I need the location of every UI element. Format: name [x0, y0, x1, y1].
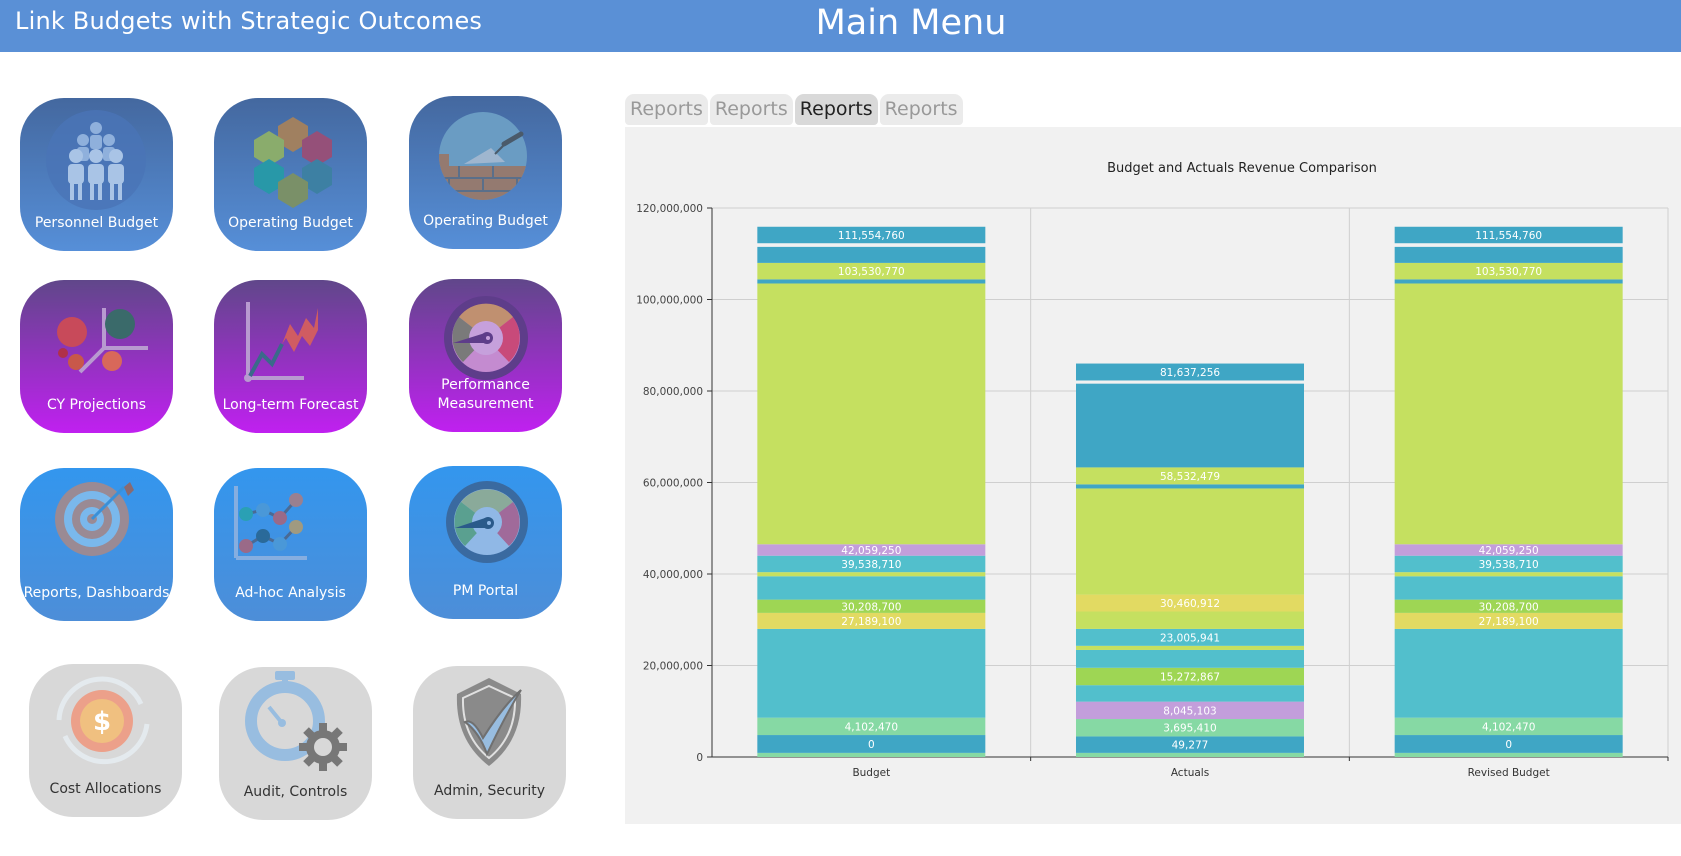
- tile-audit-controls[interactable]: Audit, Controls: [219, 667, 372, 820]
- y-tick-label: 20,000,000: [643, 661, 703, 673]
- data-label: 0: [868, 739, 875, 751]
- bar-segment: [1394, 246, 1623, 263]
- header-bar: Link Budgets with Strategic Outcomes Mai…: [0, 0, 1681, 52]
- tile-pm-portal[interactable]: PM Portal: [409, 466, 562, 619]
- chart-bars: 0 4,102,470 27,189,100 30,208,700 39,538,710…: [757, 226, 1623, 757]
- bar-segment: [1076, 649, 1304, 668]
- data-label: 58,532,479: [1160, 471, 1220, 483]
- bar-segment: [1076, 383, 1304, 468]
- bar-segment: [757, 283, 986, 545]
- data-label: 3,695,410: [1163, 723, 1216, 735]
- tile-admin-security[interactable]: Admin, Security: [413, 666, 566, 819]
- tile-label: CY Projections: [46, 397, 147, 413]
- tile-operating-budget[interactable]: Operating Budget: [214, 98, 367, 251]
- bar-segment: [1394, 576, 1623, 600]
- y-tick-label: 60,000,000: [643, 478, 703, 490]
- data-label: 30,208,700: [841, 601, 901, 613]
- bar-segment: [1076, 645, 1304, 650]
- tile-reports-dashboards[interactable]: Reports, Dashboards: [20, 468, 173, 621]
- x-tick-label: Actuals: [1171, 767, 1209, 779]
- bar-segment: [1394, 752, 1623, 757]
- y-tick-label: 120,000,000: [636, 203, 703, 215]
- tile-label: Cost Allocations: [49, 781, 162, 797]
- tab-reports-3[interactable]: Reports: [794, 94, 878, 125]
- page-title: Main Menu: [815, 3, 1007, 43]
- tab-reports-2[interactable]: Reports: [709, 94, 793, 125]
- y-tick-label: 80,000,000: [643, 386, 703, 398]
- data-label: 103,530,770: [838, 266, 905, 278]
- data-label: 49,277: [1172, 740, 1209, 752]
- data-label: 111,554,760: [1475, 230, 1542, 242]
- tile-label: Ad-hoc Analysis: [235, 585, 346, 601]
- data-label: 103,530,770: [1475, 266, 1542, 278]
- data-label: 81,637,256: [1160, 367, 1220, 379]
- tile-long-term-forecast[interactable]: Long-term Forecast: [214, 280, 367, 433]
- bar-segment: [1076, 488, 1304, 595]
- data-label: 23,005,941: [1160, 632, 1220, 644]
- tile-cy-projections[interactable]: CY Projections: [20, 280, 173, 433]
- y-tick-label: 0: [696, 752, 703, 764]
- data-label: 27,189,100: [1479, 616, 1539, 628]
- tile-label: Operating Budget: [228, 215, 353, 231]
- tile-label: Performance Measurement: [437, 377, 534, 412]
- data-label: 30,208,700: [1479, 601, 1539, 613]
- bar-segment: [1076, 611, 1304, 629]
- y-tick-label: 40,000,000: [643, 569, 703, 581]
- tab-reports-1[interactable]: Reports: [625, 94, 708, 125]
- tile-label: Admin, Security: [433, 783, 545, 799]
- data-label: 27,189,100: [841, 616, 901, 628]
- tile-cost-allocations[interactable]: $ Cost Allocations: [29, 664, 182, 817]
- y-tick-label: 100,000,000: [636, 295, 703, 307]
- tile-personnel-budget[interactable]: Personnel Budget: [20, 98, 173, 251]
- data-label: 30,460,912: [1160, 598, 1220, 610]
- data-label: 39,538,710: [841, 559, 901, 571]
- x-tick-label: Budget: [852, 767, 890, 779]
- data-label: 4,102,470: [845, 721, 898, 733]
- tab-reports-4[interactable]: Reports: [879, 94, 963, 125]
- data-label: 111,554,760: [838, 230, 905, 242]
- bar-segment: [757, 752, 986, 757]
- tile-label: Operating Budget: [423, 213, 548, 229]
- stacked-bar: 49,277 3,695,410 8,045,103 15,272,867 23,005…: [1076, 363, 1304, 757]
- tile-label: Personnel Budget: [34, 215, 159, 231]
- bar-segment: [1394, 628, 1623, 718]
- budget-actuals-chart: Budget and Actuals Revenue Comparison 0 4…: [636, 161, 1669, 779]
- data-label: 39,538,710: [1479, 559, 1539, 571]
- data-label: 42,059,250: [1479, 545, 1539, 557]
- chart-title: Budget and Actuals Revenue Comparison: [1107, 161, 1377, 176]
- bar-segment: [757, 628, 986, 718]
- bar-segment: [757, 246, 986, 263]
- bar-segment: [757, 279, 986, 284]
- bar-segment: [1076, 685, 1304, 702]
- tile-label: Long-term Forecast: [222, 397, 359, 413]
- data-label: 0: [1505, 739, 1512, 751]
- data-label: 42,059,250: [841, 545, 901, 557]
- bar-segment: [757, 572, 986, 577]
- data-label: 4,102,470: [1482, 721, 1535, 733]
- svg-text:$: $: [93, 707, 111, 737]
- report-tabs: Reports Reports Reports Reports: [625, 94, 963, 125]
- bar-segment: [757, 576, 986, 600]
- bar-segment: [1394, 572, 1623, 577]
- bar-segment: [1076, 484, 1304, 489]
- tile-ad-hoc-analysis[interactable]: Ad-hoc Analysis: [214, 468, 367, 621]
- chart-panel: Budget and Actuals Revenue Comparison 0 4…: [625, 127, 1681, 824]
- tile-label: Audit, Controls: [243, 784, 348, 800]
- stacked-bar: 0 4,102,470 27,189,100 30,208,700 39,538,710…: [757, 226, 986, 757]
- tile-operating-budget-2[interactable]: Operating Budget: [409, 96, 562, 249]
- bar-segment: [1394, 279, 1623, 284]
- data-label: 15,272,867: [1160, 671, 1220, 683]
- tile-performance-measurement[interactable]: Performance Measurement: [409, 279, 562, 432]
- bar-segment: [1394, 283, 1623, 545]
- tile-label: PM Portal: [452, 583, 519, 599]
- x-tick-label: Revised Budget: [1468, 767, 1550, 779]
- bar-segment: [1076, 752, 1304, 757]
- stacked-bar: 0 4,102,470 27,189,100 30,208,700 39,538,710…: [1394, 226, 1623, 757]
- data-label: 8,045,103: [1163, 705, 1216, 717]
- tile-label: Reports, Dashboards: [23, 585, 170, 601]
